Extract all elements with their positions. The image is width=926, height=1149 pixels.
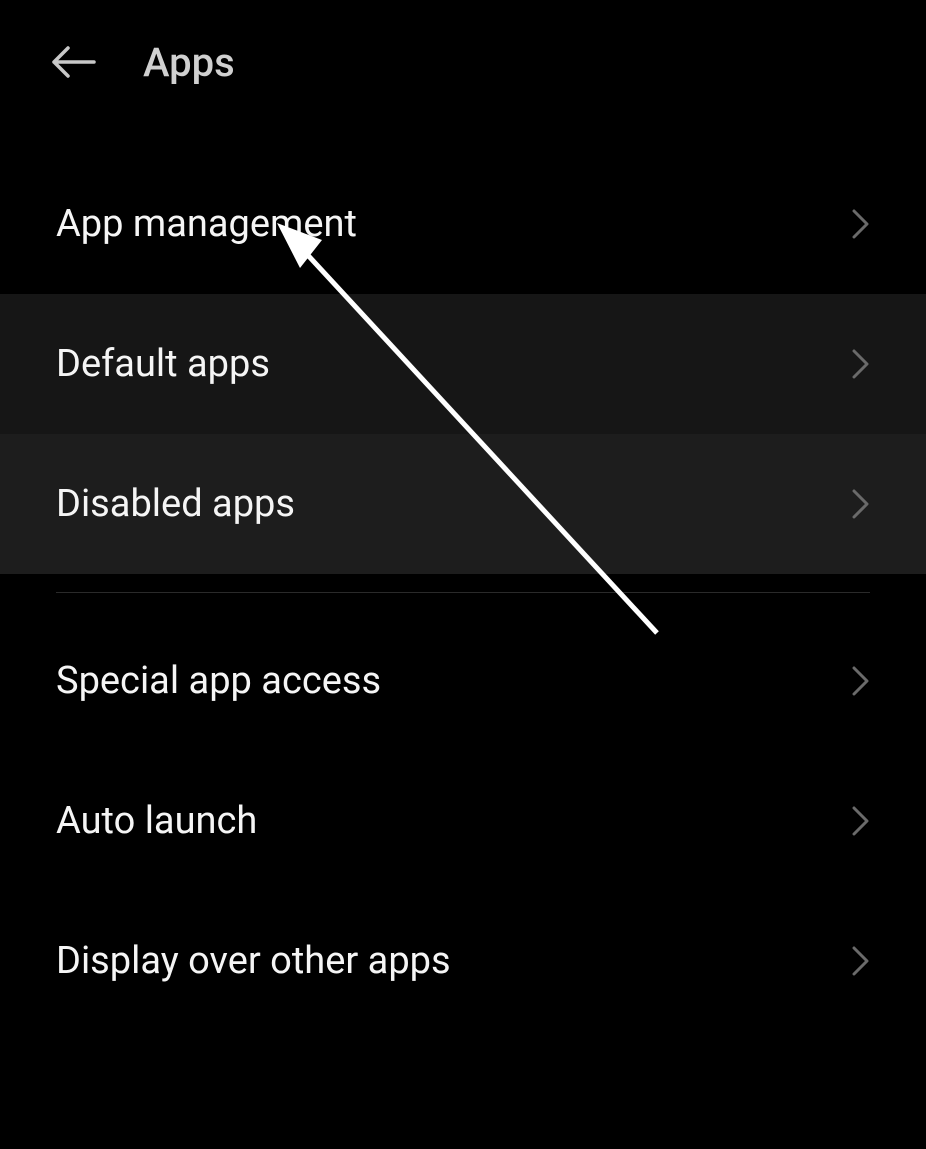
list-item-label: App management — [56, 202, 357, 246]
list-item-auto-launch[interactable]: Auto launch — [0, 751, 926, 891]
chevron-right-icon — [852, 806, 870, 836]
divider — [56, 592, 870, 593]
list-item-label: Default apps — [56, 342, 270, 386]
list-item-label: Auto launch — [56, 799, 257, 843]
chevron-right-icon — [852, 489, 870, 519]
list-item-special-app-access[interactable]: Special app access — [0, 611, 926, 751]
header: Apps — [0, 0, 926, 124]
back-button[interactable] — [50, 38, 98, 86]
page-title: Apps — [143, 39, 235, 86]
list-item-disabled-apps[interactable]: Disabled apps — [0, 434, 926, 574]
chevron-right-icon — [852, 946, 870, 976]
chevron-right-icon — [852, 666, 870, 696]
chevron-right-icon — [852, 209, 870, 239]
list-item-app-management[interactable]: App management — [0, 154, 926, 294]
settings-list: App management Default apps Disabled app… — [0, 124, 926, 1031]
list-item-label: Special app access — [56, 659, 381, 703]
list-item-display-over-other-apps[interactable]: Display over other apps — [0, 891, 926, 1031]
list-item-label: Disabled apps — [56, 482, 295, 526]
back-arrow-icon — [52, 46, 96, 78]
list-item-label: Display over other apps — [56, 939, 451, 983]
chevron-right-icon — [852, 349, 870, 379]
list-item-default-apps[interactable]: Default apps — [0, 294, 926, 434]
